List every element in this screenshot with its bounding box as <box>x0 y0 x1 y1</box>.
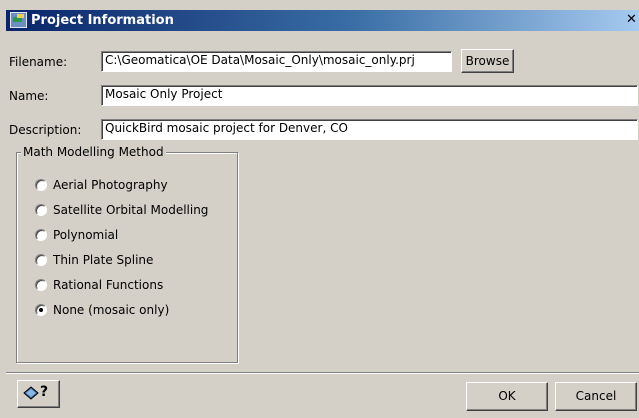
project-information-dialog: Project Information ✕ Filename: C:\Geoma… <box>0 0 639 418</box>
context-help-button[interactable]: ? <box>17 380 60 408</box>
filename-field[interactable]: C:\Geomatica\OE Data\Mosaic_Only\mosaic_… <box>101 51 452 72</box>
ok-button[interactable]: OK <box>466 382 548 411</box>
help-question-mark: ? <box>40 384 49 400</box>
radio-button[interactable] <box>35 204 47 216</box>
description-field[interactable]: QuickBird mosaic project for Denver, CO <box>101 119 638 140</box>
radio-button[interactable] <box>35 254 47 266</box>
footer-separator <box>6 372 639 374</box>
app-icon <box>10 12 27 28</box>
name-label: Name: <box>9 89 49 103</box>
window-title: Project Information <box>31 13 174 28</box>
radio-button[interactable] <box>35 229 47 241</box>
title-bar[interactable]: Project Information ✕ <box>6 10 639 31</box>
context-help-icon <box>23 386 39 400</box>
radio-button[interactable] <box>35 279 47 291</box>
radio-label[interactable]: Aerial Photography <box>53 178 168 193</box>
close-icon[interactable]: ✕ <box>626 12 638 28</box>
radio-button-selected[interactable] <box>35 304 47 316</box>
cancel-button[interactable]: Cancel <box>555 382 637 411</box>
radio-label[interactable]: Rational Functions <box>53 278 163 293</box>
radio-button[interactable] <box>35 179 47 191</box>
math-modelling-method-label: Math Modelling Method <box>21 145 166 159</box>
radio-label[interactable]: Polynomial <box>53 228 118 243</box>
radio-label[interactable]: Satellite Orbital Modelling <box>53 203 208 218</box>
name-field[interactable]: Mosaic Only Project <box>101 85 638 106</box>
description-label: Description: <box>9 123 82 137</box>
radio-label[interactable]: Thin Plate Spline <box>53 253 153 268</box>
filename-label: Filename: <box>9 55 68 69</box>
radio-label[interactable]: None (mosaic only) <box>53 303 169 318</box>
browse-button[interactable]: Browse <box>461 49 514 73</box>
